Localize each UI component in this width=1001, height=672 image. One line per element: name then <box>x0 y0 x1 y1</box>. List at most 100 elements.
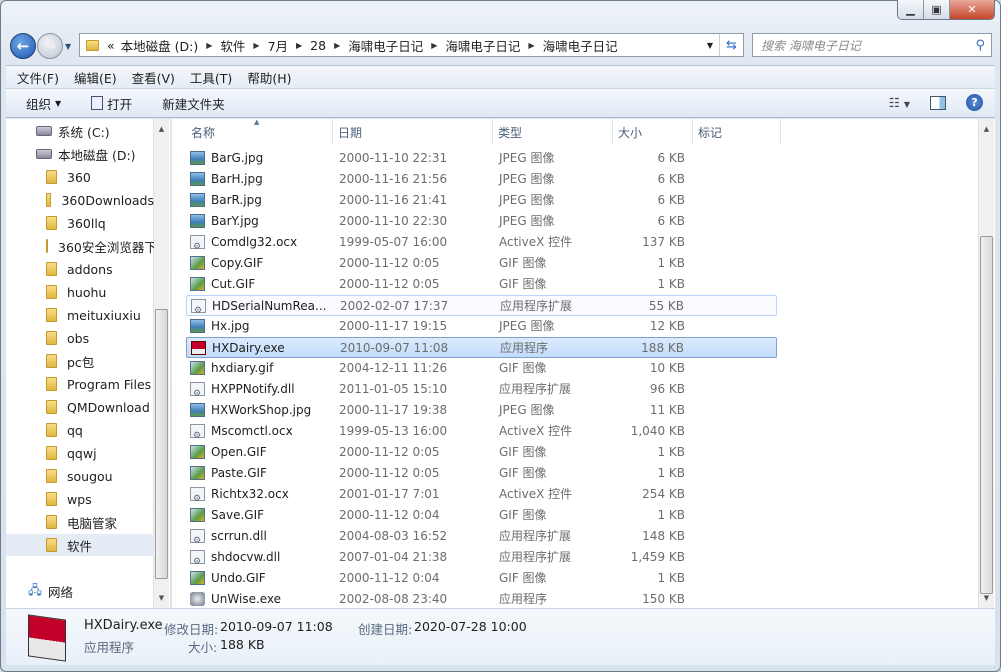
file-row[interactable]: BarR.jpg 2000-11-16 21:41 JPEG 图像 6 KB <box>186 190 777 211</box>
breadcrumb-chevron-icon[interactable]: ▶ <box>334 41 340 50</box>
sidebar-item-network[interactable]: 🖧 网络 <box>6 580 154 602</box>
file-row[interactable]: Cut.GIF 2000-11-12 0:05 GIF 图像 1 KB <box>186 274 777 295</box>
breadcrumb-chevron-icon[interactable]: ▶ <box>528 41 534 50</box>
sidebar-item[interactable]: 360llq <box>6 212 154 234</box>
navigation-pane: ▲ ▼ 系统 (C:) 本地磁盘 (D:) 360 360Downloads 360ll… <box>6 119 170 608</box>
back-button[interactable]: ← <box>10 33 36 59</box>
file-row[interactable]: Undo.GIF 2000-11-12 0:04 GIF 图像 1 KB <box>186 568 777 589</box>
menu-item[interactable]: 文件(F) <box>17 68 59 87</box>
file-row[interactable]: BarG.jpg 2000-11-10 22:31 JPEG 图像 6 KB <box>186 148 777 169</box>
file-row[interactable]: HXPPNotify.dll 2011-01-05 15:10 应用程序扩展 96 K… <box>186 379 777 404</box>
file-list-scrollbar[interactable]: ▲ ▼ <box>978 119 994 608</box>
column-header[interactable]: 名称 <box>186 119 333 145</box>
menu-item[interactable]: 查看(V) <box>132 68 175 87</box>
refresh-button[interactable]: ⇆ <box>719 34 743 56</box>
breadcrumb-chevron-icon[interactable]: ▶ <box>253 41 259 50</box>
file-row[interactable]: Save.GIF 2000-11-12 0:04 GIF 图像 1 KB <box>186 505 777 526</box>
sidebar-item[interactable]: 电脑管家 <box>6 511 154 533</box>
breadcrumb-chevron-icon[interactable]: ▶ <box>296 41 302 50</box>
sidebar-item[interactable]: pc包 <box>6 350 154 372</box>
sidebar-item[interactable]: obs <box>6 327 154 349</box>
breadcrumb-item[interactable]: 海啸电子日记 <box>348 36 423 55</box>
sidebar-scroll-thumb[interactable] <box>155 309 168 579</box>
minimize-button[interactable]: ▁ <box>898 0 924 19</box>
column-header[interactable]: 类型 <box>493 119 613 145</box>
file-row[interactable]: Open.GIF 2000-11-12 0:05 GIF 图像 1 KB <box>186 442 777 463</box>
sidebar-item[interactable]: 360安全浏览器下载 <box>6 235 154 257</box>
folder-icon <box>46 331 57 345</box>
sidebar-scrollbar[interactable]: ▲ ▼ <box>153 119 169 608</box>
file-date: 1999-05-07 16:00 <box>339 235 448 249</box>
file-row[interactable]: Mscomctl.ocx 1999-05-13 16:00 ActiveX 控件 1,… <box>186 421 777 446</box>
scroll-down-arrow[interactable]: ▼ <box>979 594 994 602</box>
sidebar-item[interactable]: 360Downloads <box>6 189 154 211</box>
sidebar-item[interactable]: 360 <box>6 166 154 188</box>
maximize-button[interactable]: ▣ <box>924 0 950 19</box>
folder-icon <box>46 423 57 437</box>
search-icon[interactable]: ⚲ <box>975 38 985 53</box>
breadcrumb-item[interactable]: 28 <box>310 38 326 53</box>
file-row[interactable]: HXDairy.exe 2010-09-07 11:08 应用程序 188 KB <box>186 337 777 358</box>
scroll-up-arrow[interactable]: ▲ <box>979 125 994 133</box>
scroll-up-arrow[interactable]: ▲ <box>154 125 169 133</box>
search-input[interactable]: 搜索 海啸电子日记 ⚲ <box>752 33 992 57</box>
sidebar-item[interactable]: Program Files <box>6 373 154 395</box>
menu-item[interactable]: 工具(T) <box>190 68 232 87</box>
file-row[interactable]: BarY.jpg 2000-11-10 22:30 JPEG 图像 6 KB <box>186 211 777 232</box>
open-button[interactable]: 打开 <box>91 94 132 113</box>
breadcrumb-chevron-icon[interactable]: ▶ <box>206 41 212 50</box>
sidebar-item[interactable]: 系统 (C:) <box>6 120 154 142</box>
scroll-down-arrow[interactable]: ▼ <box>154 594 169 602</box>
file-row[interactable]: BarH.jpg 2000-11-16 21:56 JPEG 图像 6 KB <box>186 169 777 190</box>
file-date: 2000-11-12 0:04 <box>339 571 440 585</box>
breadcrumb-item[interactable]: 软件 <box>220 36 245 55</box>
breadcrumb-overflow[interactable]: « <box>107 38 115 53</box>
file-list-scroll-thumb[interactable] <box>980 236 993 594</box>
file-date: 2000-11-17 19:15 <box>339 319 448 333</box>
sidebar-item[interactable]: QMDownload <box>6 396 154 418</box>
file-type: GIF 图像 <box>499 256 547 270</box>
column-header[interactable]: 大小 <box>613 119 693 145</box>
file-row[interactable]: Comdlg32.ocx 1999-05-07 16:00 ActiveX 控件 13… <box>186 232 777 257</box>
sidebar-item[interactable]: 软件 <box>6 534 154 556</box>
file-row[interactable]: Copy.GIF 2000-11-12 0:05 GIF 图像 1 KB <box>186 253 777 274</box>
sidebar-item[interactable]: sougou <box>6 465 154 487</box>
file-row[interactable]: shdocvw.dll 2007-01-04 21:38 应用程序扩展 1,459 K… <box>186 547 777 572</box>
file-row[interactable]: UnWise.exe 2002-08-08 23:40 应用程序 150 KB <box>186 589 777 608</box>
new-folder-button[interactable]: 新建文件夹 <box>162 94 225 113</box>
sidebar-item[interactable]: meituxiuxiu <box>6 304 154 326</box>
breadcrumb-chevron-icon[interactable]: ▶ <box>431 41 437 50</box>
breadcrumb-item[interactable]: 本地磁盘 (D:) <box>121 36 199 55</box>
menu-item[interactable]: 编辑(E) <box>74 68 117 87</box>
address-history-dropdown[interactable]: ▼ <box>707 41 713 50</box>
sidebar-item[interactable]: 本地磁盘 (D:) <box>6 143 154 165</box>
breadcrumb-item[interactable]: 7月 <box>268 36 288 55</box>
file-row[interactable]: HXWorkShop.jpg 2000-11-17 19:38 JPEG 图像 11 … <box>186 400 777 421</box>
forward-button[interactable]: → <box>37 33 63 59</box>
sidebar-item[interactable]: addons <box>6 258 154 280</box>
sidebar-item[interactable]: wps <box>6 488 154 510</box>
close-button[interactable]: ✕ <box>950 0 994 19</box>
file-row[interactable]: scrrun.dll 2004-08-03 16:52 应用程序扩展 148 KB <box>186 526 777 551</box>
recent-pages-dropdown[interactable]: ▼ <box>65 42 71 51</box>
sidebar-item[interactable]: qqwj <box>6 442 154 464</box>
file-row[interactable]: Richtx32.ocx 2001-01-17 7:01 ActiveX 控件 254… <box>186 484 777 509</box>
column-header[interactable]: 标记 <box>693 119 781 145</box>
column-header[interactable]: 日期 <box>333 119 493 145</box>
folder-icon <box>46 446 57 460</box>
view-options-button[interactable]: ☷ ▼ <box>889 95 910 110</box>
sidebar-item[interactable]: qq <box>6 419 154 441</box>
sidebar-item[interactable]: huohu <box>6 281 154 303</box>
preview-pane-button[interactable] <box>930 95 946 110</box>
folder-icon <box>46 377 57 391</box>
breadcrumb-item[interactable]: 海啸电子日记 <box>543 36 618 55</box>
file-row[interactable]: hxdiary.gif 2004-12-11 11:26 GIF 图像 10 KB <box>186 358 777 379</box>
address-bar[interactable]: « 本地磁盘 (D:) ▶ 软件 ▶ 7月 ▶ 28 ▶ 海啸电子日记 ▶ 海啸电子日记 ▶ 海啸电子日… <box>79 33 744 57</box>
file-row[interactable]: Paste.GIF 2000-11-12 0:05 GIF 图像 1 KB <box>186 463 777 484</box>
menu-item[interactable]: 帮助(H) <box>247 68 291 87</box>
file-row[interactable]: Hx.jpg 2000-11-17 19:15 JPEG 图像 12 KB <box>186 316 777 337</box>
organize-button[interactable]: 组织 ▼ <box>26 94 61 113</box>
breadcrumb-item[interactable]: 海啸电子日记 <box>445 36 520 55</box>
help-button[interactable]: ? <box>966 94 983 111</box>
file-row[interactable]: HDSerialNumRea... 2002-02-07 17:37 应用程序扩展 5… <box>186 295 777 321</box>
